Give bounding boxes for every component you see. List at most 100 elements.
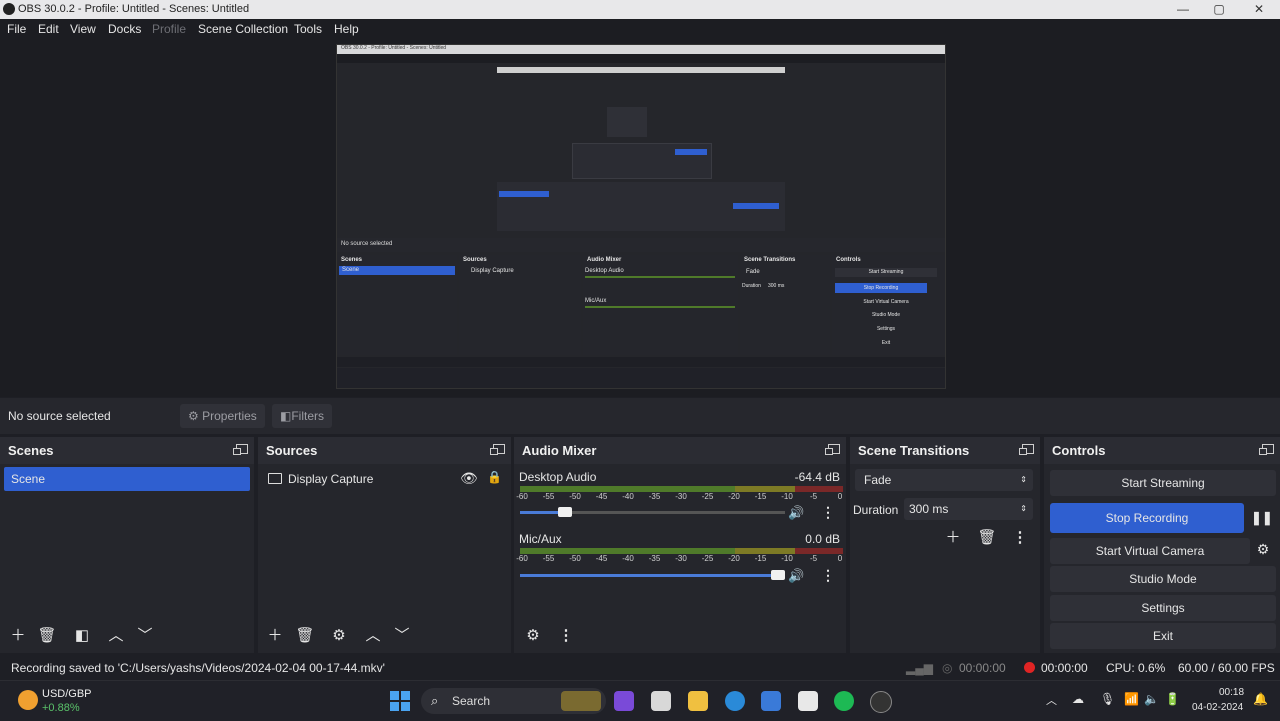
filters-button[interactable]: ◧Filters: [272, 404, 333, 428]
pause-icon[interactable]: ❚❚: [1251, 510, 1273, 526]
chevron-up-icon[interactable]: ︿: [1046, 692, 1057, 708]
obs-app-icon: [3, 3, 15, 15]
file-explorer-icon[interactable]: [688, 691, 708, 711]
more-icon[interactable]: ⋮: [821, 504, 835, 521]
move-up-icon[interactable]: ︿: [362, 625, 384, 647]
channel-db: -64.4 dB: [794, 470, 840, 484]
filters-label: Filters: [291, 409, 325, 423]
duration-spinbox[interactable]: 300 ms ⇕: [904, 498, 1033, 520]
copilot-icon[interactable]: [614, 691, 634, 711]
start-virtual-camera-button[interactable]: Start Virtual Camera: [1050, 538, 1250, 564]
tick-label: -15: [754, 554, 767, 563]
eye-icon[interactable]: 👁: [460, 470, 478, 487]
monitor-icon: [268, 473, 282, 484]
lock-icon[interactable]: 🔒: [487, 470, 502, 484]
gear-icon[interactable]: ⚙: [1254, 541, 1272, 559]
stop-recording-button[interactable]: Stop Recording: [1050, 503, 1244, 533]
studio-mode-button[interactable]: Studio Mode: [1050, 566, 1276, 592]
scene-item[interactable]: Scene: [4, 467, 250, 491]
store-icon[interactable]: [761, 691, 781, 711]
notepad-icon[interactable]: [798, 691, 818, 711]
more-icon[interactable]: ⋮: [821, 567, 835, 584]
source-label: Display Capture: [288, 472, 374, 486]
mini-settings: Settings: [876, 326, 896, 332]
tick-label: -35: [648, 554, 661, 563]
menu-tools[interactable]: Tools: [294, 22, 322, 36]
wifi-icon[interactable]: 📶: [1124, 692, 1139, 706]
mini-duration-value: 300 ms: [768, 283, 785, 289]
add-transition-icon[interactable]: ＋: [942, 527, 964, 549]
volume-slider[interactable]: [520, 570, 785, 580]
ticker-icon[interactable]: [18, 690, 38, 710]
exit-button[interactable]: Exit: [1050, 623, 1276, 649]
trash-icon[interactable]: 🗑: [294, 625, 316, 647]
mini-menubar: [337, 54, 945, 63]
battery-icon[interactable]: 🔋: [1165, 692, 1180, 706]
mini-no-source: No source selected: [341, 241, 393, 247]
add-scene-icon[interactable]: ＋: [7, 625, 29, 647]
menu-scene-collection[interactable]: Scene Collection: [198, 22, 288, 36]
mini-source-bar: No source selected: [337, 238, 945, 252]
weather-icon[interactable]: ☁: [1072, 692, 1084, 706]
mini-duration: Duration: [742, 283, 761, 289]
volume-slider[interactable]: [520, 507, 785, 517]
undock-icon[interactable]: [1019, 444, 1034, 455]
more-icon[interactable]: ⋮: [1009, 527, 1031, 549]
mini-exit: Exit: [881, 340, 891, 346]
menu-help[interactable]: Help: [334, 22, 359, 36]
menu-view[interactable]: View: [70, 22, 96, 36]
gear-icon[interactable]: ⚙: [328, 625, 350, 647]
add-source-icon[interactable]: ＋: [264, 625, 286, 647]
status-bar: Recording saved to 'C:/Users/yashs/Video…: [0, 656, 1280, 680]
speaker-icon[interactable]: 🔊: [788, 568, 804, 584]
properties-button[interactable]: ⚙ Properties: [180, 404, 265, 428]
trash-icon[interactable]: 🗑: [976, 527, 998, 549]
spotify-icon[interactable]: [834, 691, 854, 711]
speaker-icon[interactable]: 🔊: [788, 505, 804, 521]
tick-label: -60: [516, 492, 528, 501]
mini-meter: [585, 306, 735, 308]
trash-icon[interactable]: 🗑: [36, 625, 58, 647]
clock-time[interactable]: 00:18: [1219, 687, 1244, 698]
signal-icon: ▂▄▆: [906, 661, 933, 675]
undock-icon[interactable]: [233, 444, 248, 455]
more-icon[interactable]: ⋮: [555, 625, 577, 647]
source-item[interactable]: Display Capture 👁 🔒: [262, 467, 507, 491]
move-down-icon[interactable]: ﹀: [134, 625, 156, 647]
transition-select[interactable]: Fade ⇕: [855, 469, 1033, 491]
menu-file[interactable]: File: [7, 22, 26, 36]
maximize-button[interactable]: ▢: [1199, 1, 1239, 18]
tick-label: -20: [728, 492, 740, 501]
menu-edit[interactable]: Edit: [38, 22, 59, 36]
task-view-icon[interactable]: [651, 691, 671, 711]
mini-stop-recording: Stop Recording: [835, 283, 927, 293]
clock-date[interactable]: 04-02-2024: [1192, 702, 1243, 713]
undock-icon[interactable]: [1259, 444, 1274, 455]
move-down-icon[interactable]: ﹀: [391, 625, 413, 647]
microphone-icon[interactable]: 🎙: [1100, 692, 1115, 706]
preview-canvas[interactable]: OBS 30.0.2 - Profile: Untitled - Scenes:…: [336, 44, 946, 389]
duration-label: Duration: [853, 503, 899, 517]
menu-profile[interactable]: Profile: [152, 22, 186, 36]
edge-icon[interactable]: [725, 691, 745, 711]
undock-icon[interactable]: [490, 444, 505, 455]
windows-start-icon[interactable]: [390, 691, 410, 711]
close-button[interactable]: ✕: [1239, 1, 1279, 18]
notifications-icon[interactable]: 🔔: [1253, 692, 1268, 706]
obs-taskbar-icon[interactable]: [870, 691, 892, 713]
mini-titlebar: OBS 30.0.2 - Profile: Untitled - Scenes:…: [337, 45, 945, 54]
duration-value: 300 ms: [909, 502, 949, 516]
settings-button[interactable]: Settings: [1050, 595, 1276, 621]
minimize-button[interactable]: —: [1163, 1, 1203, 18]
undock-icon[interactable]: [825, 444, 840, 455]
scene-filters-icon[interactable]: ◧: [71, 625, 93, 647]
mini-nested-scene: [499, 191, 549, 197]
tick-label: -40: [622, 492, 634, 501]
move-up-icon[interactable]: ︿: [105, 625, 127, 647]
start-streaming-button[interactable]: Start Streaming: [1050, 470, 1276, 496]
mini-nested-block: [607, 107, 647, 137]
advanced-audio-icon[interactable]: ⚙: [522, 625, 544, 647]
volume-icon[interactable]: 🔈: [1144, 692, 1159, 706]
taskbar-search[interactable]: ⌕ Search: [421, 688, 606, 714]
menu-docks[interactable]: Docks: [108, 22, 141, 36]
